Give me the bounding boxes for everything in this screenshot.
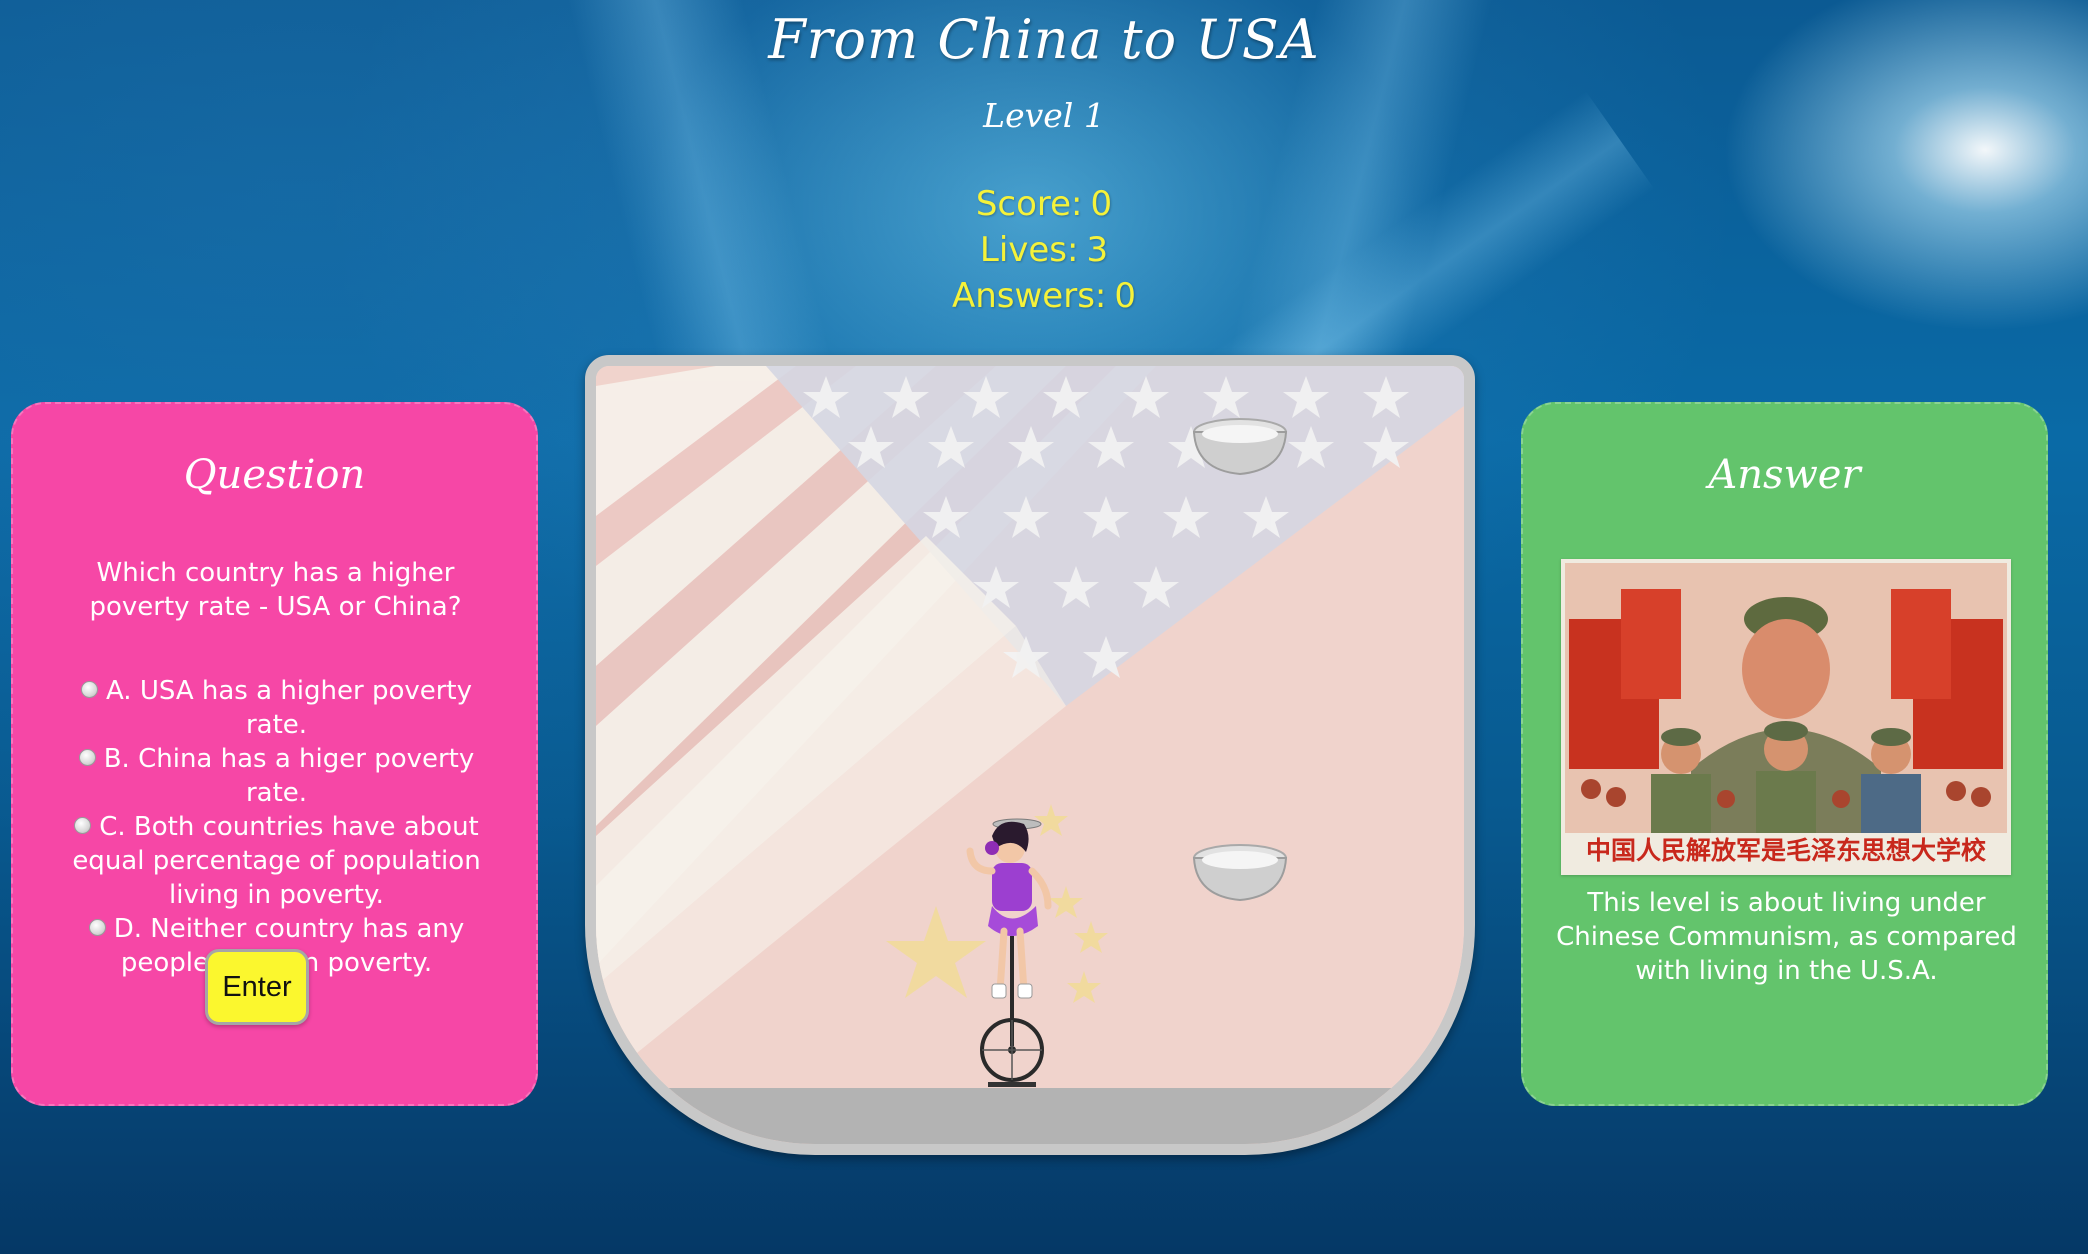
- radio-button[interactable]: [88, 919, 106, 936]
- answers-row: Answers: 0: [0, 273, 2088, 319]
- answer-heading: Answer: [1708, 452, 1861, 498]
- enter-button[interactable]: Enter: [205, 949, 309, 1025]
- answer-options: A. USA has a higher poverty rate. B. Chi…: [49, 674, 504, 980]
- answers-value: 0: [1114, 276, 1137, 316]
- question-heading: Question: [183, 452, 366, 498]
- option-label: A. USA has a higher poverty rate.: [105, 676, 473, 740]
- radio-button[interactable]: [80, 681, 98, 698]
- poster-illustration: [1561, 559, 2011, 875]
- score-row: Score: 0: [0, 181, 2088, 227]
- option-label: C. Both countries have about equal perce…: [72, 812, 481, 910]
- answers-label: Answers:: [951, 276, 1107, 316]
- score-label: Score:: [975, 184, 1083, 224]
- stats-block: Score: 0 Lives: 3 Answers: 0: [0, 181, 2088, 319]
- propaganda-poster-image: 中国人民解放军是毛泽东思想大学校: [1561, 559, 2011, 875]
- poster-slogan: 中国人民解放军是毛泽东思想大学校: [1585, 836, 1986, 865]
- ground: [596, 1088, 1464, 1144]
- radio-button[interactable]: [78, 749, 96, 766]
- option-label: B. China has a higer poverty rate.: [103, 744, 475, 808]
- radio-button[interactable]: [74, 817, 92, 834]
- question-text: Which country has a higher poverty rate …: [89, 558, 462, 622]
- lives-row: Lives: 3: [0, 227, 2088, 273]
- answer-explanation: This level is about living under Chinese…: [1556, 888, 2017, 986]
- game-title: From China to USA: [768, 8, 1320, 71]
- level-label: Level 1: [983, 96, 1105, 135]
- option-b[interactable]: B. China has a higer poverty rate.: [49, 742, 504, 810]
- score-value: 0: [1090, 184, 1113, 224]
- game-area[interactable]: [585, 355, 1475, 1155]
- answer-panel: Answer 中国人民解放军是毛泽东思想大学校 This level is ab…: [1521, 402, 2048, 1106]
- game-scene: [596, 366, 1464, 1144]
- option-a[interactable]: A. USA has a higher poverty rate.: [49, 674, 504, 742]
- lives-label: Lives:: [979, 230, 1079, 270]
- option-c[interactable]: C. Both countries have about equal perce…: [49, 810, 504, 912]
- question-panel: Question Which country has a higher pove…: [11, 402, 538, 1106]
- lives-value: 3: [1086, 230, 1109, 270]
